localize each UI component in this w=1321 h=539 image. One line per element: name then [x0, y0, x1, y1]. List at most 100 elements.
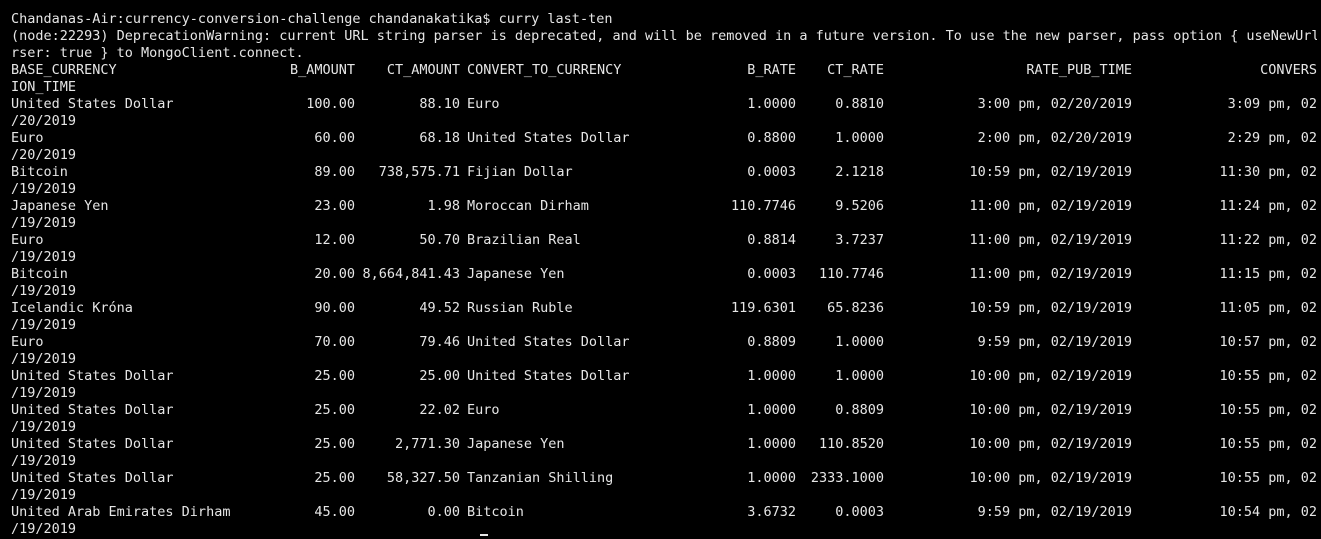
cell-convert-to-currency: United States Dollar — [467, 130, 630, 146]
cell-convert-to-currency: United States Dollar — [467, 368, 630, 384]
cell-conversion-time-wrap: /19/2019 — [11, 181, 77, 197]
cell-base-currency: United States Dollar — [11, 368, 174, 384]
cell-b-amount: 25.00 — [314, 402, 355, 418]
table-row: Bitcoin 20.00 8,664,841.43 Japanese Yen 0.00… — [11, 266, 1317, 283]
cell-convert-to-currency: United States Dollar — [467, 334, 630, 350]
table-header: BASE_CURRENCY B_AMOUNT CT_AMOUNT CONVERT… — [11, 62, 1317, 79]
cell-b-amount: 12.00 — [314, 232, 355, 248]
table-row: Euro 60.00 68.18 United States Dollar 0.8800… — [11, 130, 1317, 147]
cell-b-rate: 1.0000 — [747, 436, 796, 452]
cell-conversion-time: 10:55 pm, 02 — [1219, 402, 1317, 418]
cell-ct-amount: 22.02 — [419, 402, 460, 418]
cell-base-currency: United States Dollar — [11, 436, 174, 452]
cell-ct-rate: 65.8236 — [827, 300, 884, 316]
cell-conversion-time-wrap: /19/2019 — [11, 283, 77, 299]
cell-b-rate: 119.6301 — [730, 300, 796, 316]
cell-b-rate: 1.0000 — [747, 368, 796, 384]
cell-ct-amount: 49.52 — [419, 300, 460, 316]
cell-rate-pub-time: 10:00 pm, 02/19/2019 — [969, 436, 1132, 452]
terminal-window[interactable]: Chandanas-Air:currency-conversion-challe… — [11, 11, 1317, 538]
header-rate-pub-time: RATE_PUB_TIME — [1026, 62, 1132, 78]
table-body: United States Dollar 100.00 88.10 Euro 1.000… — [11, 96, 1317, 538]
cell-rate-pub-time: 11:00 pm, 02/19/2019 — [969, 198, 1132, 214]
cell-rate-pub-time: 10:59 pm, 02/19/2019 — [969, 300, 1132, 316]
terminal-cursor — [480, 534, 488, 536]
table-row: United States Dollar 25.00 58,327.50 Tanzan… — [11, 470, 1317, 487]
table-row-wrap: /19/2019 — [11, 385, 1317, 402]
cell-ct-amount: 79.46 — [419, 334, 460, 350]
table-row: United States Dollar 25.00 25.00 United Sta… — [11, 368, 1317, 385]
cell-rate-pub-time: 9:59 pm, 02/19/2019 — [977, 334, 1132, 350]
cell-rate-pub-time: 10:00 pm, 02/19/2019 — [969, 470, 1132, 486]
cell-ct-rate: 0.8810 — [835, 96, 884, 112]
header-b-amount: B_AMOUNT — [289, 62, 355, 78]
cell-base-currency: Bitcoin — [11, 266, 68, 282]
cell-ct-amount: 2,771.30 — [394, 436, 460, 452]
cell-convert-to-currency: Euro — [467, 96, 500, 112]
cell-convert-to-currency: Fijian Dollar — [467, 164, 573, 180]
cell-b-amount: 25.00 — [314, 470, 355, 486]
cell-ct-amount: 25.00 — [419, 368, 460, 384]
cell-rate-pub-time: 11:00 pm, 02/19/2019 — [969, 266, 1132, 282]
header-conversion-time-wrap: ION_TIME — [11, 79, 77, 95]
cell-ct-rate: 3.7237 — [835, 232, 884, 248]
cell-conversion-time: 10:55 pm, 02 — [1219, 368, 1317, 384]
cell-ct-rate: 1.0000 — [835, 334, 884, 350]
cell-rate-pub-time: 3:00 pm, 02/20/2019 — [977, 96, 1132, 112]
table-row-wrap: /19/2019 — [11, 419, 1317, 436]
cell-ct-rate: 2333.1000 — [810, 470, 884, 486]
cell-convert-to-currency: Euro — [467, 402, 500, 418]
cell-convert-to-currency: Russian Ruble — [467, 300, 573, 316]
table-row-wrap: /20/2019 — [11, 147, 1317, 164]
cell-b-rate: 1.0000 — [747, 402, 796, 418]
cell-rate-pub-time: 11:00 pm, 02/19/2019 — [969, 232, 1132, 248]
table-row-wrap: /19/2019 — [11, 521, 1317, 538]
cell-conversion-time-wrap: /20/2019 — [11, 147, 77, 163]
cell-ct-rate: 9.5206 — [835, 198, 884, 214]
table-row-wrap: /19/2019 — [11, 487, 1317, 504]
cell-ct-rate: 110.8520 — [818, 436, 884, 452]
table-row: Euro 12.00 50.70 Brazilian Real 0.8814 3.7237… — [11, 232, 1317, 249]
cell-ct-rate: 0.0003 — [835, 504, 884, 520]
cell-base-currency: Japanese Yen — [11, 198, 109, 214]
cell-conversion-time-wrap: /19/2019 — [11, 487, 77, 503]
cell-base-currency: Icelandic Króna — [11, 300, 133, 316]
cell-b-amount: 25.00 — [314, 368, 355, 384]
warning-line: (node:22293) DeprecationWarning: current… — [11, 28, 1317, 44]
cell-b-amount: 20.00 — [314, 266, 355, 282]
cell-conversion-time: 11:22 pm, 02 — [1219, 232, 1317, 248]
table-row-wrap: /19/2019 — [11, 249, 1317, 266]
cell-base-currency: United States Dollar — [11, 402, 174, 418]
cell-conversion-time-wrap: /19/2019 — [11, 249, 77, 265]
cell-b-amount: 89.00 — [314, 164, 355, 180]
cell-b-amount: 60.00 — [314, 130, 355, 146]
table-row-wrap: /19/2019 — [11, 317, 1317, 334]
cell-convert-to-currency: Japanese Yen — [467, 436, 565, 452]
cell-b-amount: 45.00 — [314, 504, 355, 520]
cell-conversion-time-wrap: /19/2019 — [11, 385, 77, 401]
cell-convert-to-currency: Bitcoin — [467, 504, 524, 520]
cell-b-amount: 100.00 — [306, 96, 355, 112]
cell-ct-amount: 8,664,841.43 — [362, 266, 460, 282]
cell-conversion-time: 11:24 pm, 02 — [1219, 198, 1317, 214]
cell-b-amount: 25.00 — [314, 436, 355, 452]
cell-rate-pub-time: 2:00 pm, 02/20/2019 — [977, 130, 1132, 146]
cell-ct-rate: 2.1218 — [835, 164, 884, 180]
cell-convert-to-currency: Brazilian Real — [467, 232, 581, 248]
cell-base-currency: United States Dollar — [11, 96, 174, 112]
header-conversion-time: CONVERS — [1260, 62, 1317, 78]
cell-b-rate: 110.7746 — [730, 198, 796, 214]
cell-ct-amount: 1.98 — [427, 198, 460, 214]
table-row-wrap: /19/2019 — [11, 351, 1317, 368]
table-row-wrap: /20/2019 — [11, 113, 1317, 130]
cell-rate-pub-time: 10:00 pm, 02/19/2019 — [969, 402, 1132, 418]
cell-conversion-time: 10:54 pm, 02 — [1219, 504, 1317, 520]
cell-base-currency: Euro — [11, 130, 44, 146]
cell-ct-amount: 738,575.71 — [378, 164, 460, 180]
cell-base-currency: United States Dollar — [11, 470, 174, 486]
cell-b-rate: 0.8800 — [747, 130, 796, 146]
header-ct-amount: CT_AMOUNT — [386, 62, 460, 78]
cell-conversion-time: 10:57 pm, 02 — [1219, 334, 1317, 350]
cell-rate-pub-time: 9:59 pm, 02/19/2019 — [977, 504, 1132, 520]
header-convert-to-currency: CONVERT_TO_CURRENCY — [467, 62, 622, 78]
